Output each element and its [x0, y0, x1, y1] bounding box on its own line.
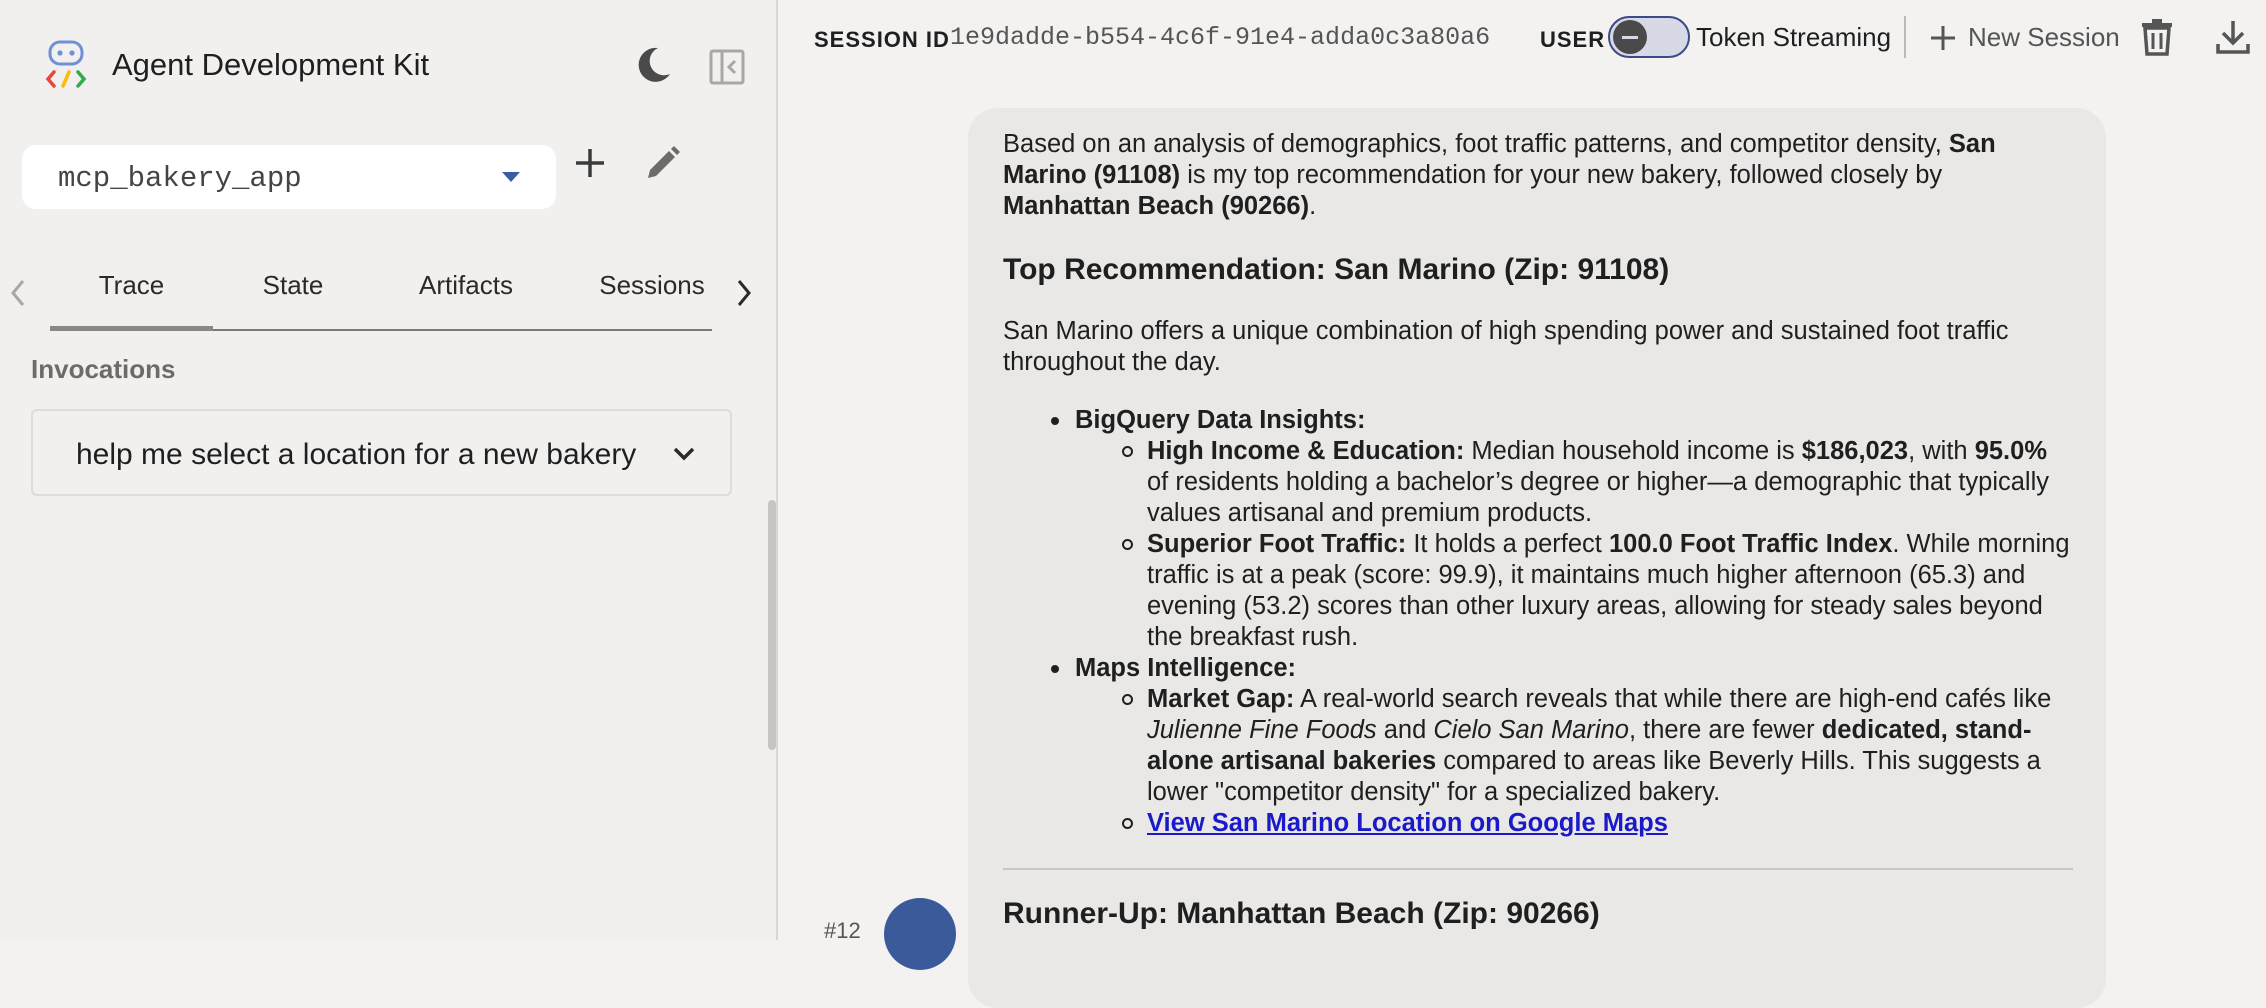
session-id-value: 1e9dadde-b554-4c6f-91e4-adda0c3a80a6	[950, 23, 1491, 52]
list-item: Maps Intelligence:	[1003, 653, 2073, 684]
insight-italic: Julienne Fine Foods	[1147, 716, 1377, 744]
app-select-dropdown[interactable]: mcp_bakery_app	[22, 145, 556, 209]
token-streaming-label: Token Streaming	[1696, 22, 1892, 52]
tab-active-indicator	[50, 326, 213, 331]
dropdown-caret-icon	[502, 172, 520, 182]
insight-text: of residents holding a bachelor’s degree…	[1147, 468, 2050, 527]
session-id-label: SESSION ID	[814, 27, 950, 52]
list-item: Market Gap: A real-world search reveals …	[1003, 684, 2073, 808]
intro-text: is my top recommendation for your new ba…	[1180, 161, 1943, 189]
intro-paragraph: Based on an analysis of demographics, fo…	[1003, 129, 2073, 222]
insight-text: , with	[1908, 437, 1975, 465]
insight-bold: 95.0%	[1974, 437, 2047, 465]
tab-state[interactable]: State	[213, 270, 373, 301]
adk-logo-icon	[45, 40, 87, 88]
insight-label: Market Gap:	[1147, 685, 1295, 713]
bot-avatar-icon	[884, 898, 956, 970]
insight-text: Median household income is	[1464, 437, 1802, 465]
session-header: SESSION ID 1e9dadde-b554-4c6f-91e4-adda0…	[778, 0, 2266, 80]
tab-sessions[interactable]: Sessions	[559, 270, 745, 301]
chevron-right-icon[interactable]	[730, 273, 758, 313]
toggle-knob	[1613, 20, 1647, 54]
circle-bullet-icon	[1122, 539, 1133, 550]
app-title: Agent Development Kit	[112, 47, 430, 82]
tab-trace[interactable]: Trace	[50, 270, 213, 301]
bigquery-heading: BigQuery Data Insights:	[1075, 406, 1366, 434]
top-summary: San Marino offers a unique combination o…	[1003, 317, 2009, 376]
maps-heading: Maps Intelligence:	[1075, 654, 1297, 682]
insight-bold: 100.0 Foot Traffic Index	[1608, 530, 1893, 558]
runner-up-heading: Runner-Up: Manhattan Beach (Zip: 90266)	[1003, 897, 1600, 930]
chevron-down-icon[interactable]	[669, 439, 699, 469]
token-streaming-toggle[interactable]	[1608, 16, 1690, 58]
bullet-icon	[1051, 665, 1059, 673]
side-panel: Agent Development Kit mcp_bakery_app Tra…	[0, 0, 778, 940]
trash-icon[interactable]	[2140, 18, 2174, 56]
insight-text: , there are fewer	[1628, 716, 1822, 744]
tab-bar: Trace State Artifacts Sessions	[0, 255, 776, 335]
intro-text: .	[1309, 192, 1317, 220]
new-session-button[interactable]: New Session	[1968, 22, 2120, 53]
circle-bullet-icon	[1122, 446, 1133, 457]
circle-bullet-icon	[1122, 818, 1133, 829]
insight-text: It holds a perfect	[1406, 530, 1609, 558]
intro-text: Based on an analysis of demographics, fo…	[1003, 130, 1949, 158]
insight-italic: Cielo San Marino	[1433, 716, 1629, 744]
list-item: Superior Foot Traffic: It holds a perfec…	[1003, 529, 2073, 653]
circle-bullet-icon	[1122, 694, 1133, 705]
download-icon[interactable]	[2214, 18, 2252, 56]
sidebar-collapse-icon[interactable]	[708, 48, 746, 86]
top-recommendation-heading: Top Recommendation: San Marino (Zip: 911…	[1003, 253, 1670, 286]
list-item: High Income & Education: Median househol…	[1003, 436, 2073, 529]
intro-bold: Manhattan Beach (90266)	[1003, 192, 1310, 220]
list-item: BigQuery Data Insights:	[1003, 405, 2073, 436]
app-select-value: mcp_bakery_app	[58, 162, 302, 195]
invocation-item[interactable]: help me select a location for a new bake…	[31, 409, 732, 496]
section-divider	[1003, 868, 2073, 870]
insight-label: Superior Foot Traffic:	[1147, 530, 1407, 558]
header-divider	[1904, 16, 1906, 58]
invocations-label: Invocations	[31, 354, 176, 384]
plus-icon[interactable]	[572, 145, 608, 181]
pencil-icon[interactable]	[642, 144, 682, 184]
insight-bold: $186,023	[1801, 437, 1909, 465]
insight-text: A real-world search reveals that while t…	[1294, 685, 2052, 713]
invocation-text: help me select a location for a new bake…	[76, 438, 637, 471]
message-index: #12	[824, 918, 861, 943]
insight-label: High Income & Education:	[1147, 437, 1465, 465]
plus-icon[interactable]	[1928, 23, 1958, 53]
chevron-left-icon[interactable]	[4, 273, 32, 313]
google-maps-link[interactable]: View San Marino Location on Google Maps	[1147, 809, 1668, 837]
tab-artifacts[interactable]: Artifacts	[373, 270, 559, 301]
list-item: View San Marino Location on Google Maps	[1003, 808, 2073, 839]
insight-text: and	[1376, 716, 1434, 744]
sidebar-scrollbar[interactable]	[768, 500, 776, 750]
moon-icon[interactable]	[632, 44, 674, 86]
insights-list: BigQuery Data Insights: High Income & Ed…	[1003, 405, 2073, 839]
chat-panel: Based on an analysis of demographics, fo…	[778, 80, 2266, 1008]
bullet-icon	[1051, 417, 1059, 425]
bot-message-content: Based on an analysis of demographics, fo…	[1003, 129, 2073, 930]
